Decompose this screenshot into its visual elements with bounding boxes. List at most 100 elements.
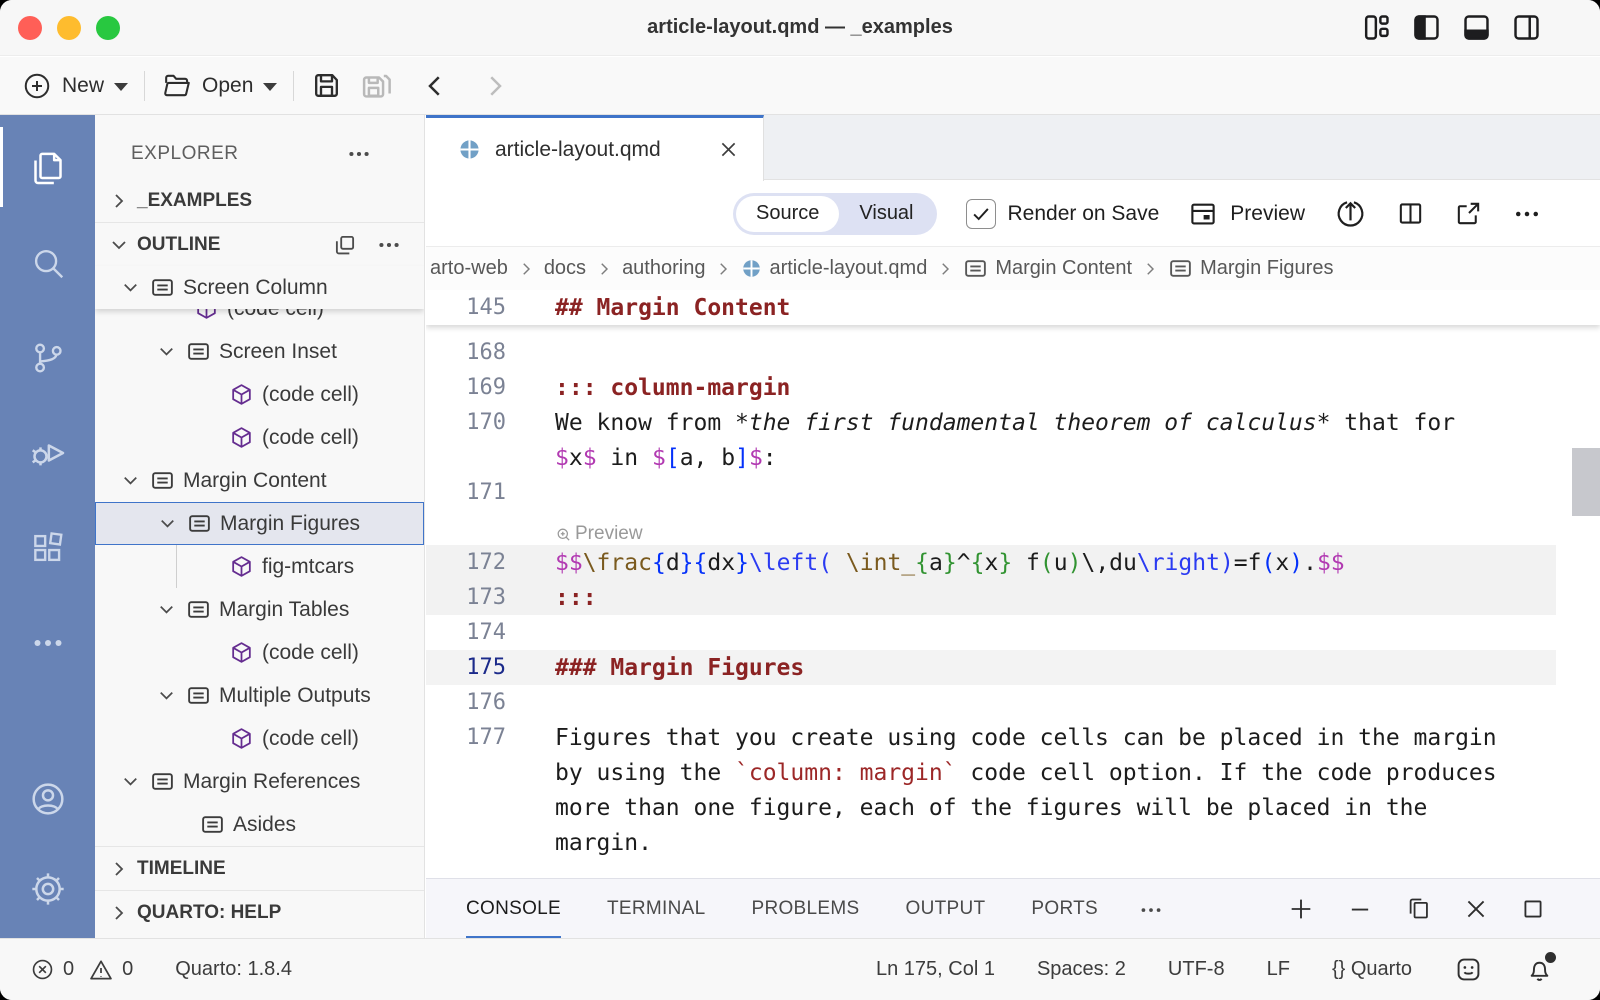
account-icon[interactable] [0, 760, 95, 838]
outline-item[interactable]: (code cell) [95, 717, 424, 760]
toolbar-divider [144, 71, 145, 101]
panel-tab-problems[interactable]: PROBLEMS [751, 879, 859, 938]
outline-item[interactable]: Margin Content [95, 459, 424, 502]
code-cell-icon [229, 554, 254, 579]
panel-tab-console[interactable]: CONSOLE [466, 879, 561, 938]
eol-status[interactable]: LF [1267, 958, 1290, 981]
encoding-status[interactable]: UTF-8 [1168, 958, 1225, 981]
code-editor[interactable]: 145## Margin Content 168169::: column-ma… [426, 290, 1600, 878]
split-editor-icon[interactable] [1396, 199, 1425, 228]
notification-badge [1545, 952, 1556, 963]
explorer-view-button[interactable] [0, 129, 95, 207]
minimize-window-button[interactable] [57, 16, 81, 40]
indentation-status[interactable]: Spaces: 2 [1037, 958, 1126, 981]
render-on-save-toggle[interactable]: Render on Save [966, 199, 1160, 229]
activity-bar [0, 115, 95, 938]
feedback-smiley-icon[interactable] [1454, 955, 1483, 984]
timeline-section-header[interactable]: TIMELINE [95, 847, 424, 890]
panel-close-icon[interactable] [1463, 895, 1489, 923]
outline-item[interactable]: (code cell) [95, 373, 424, 416]
code-text: ::: column-margin [555, 375, 790, 401]
breadcrumb-item[interactable]: docs [544, 257, 586, 280]
source-control-icon[interactable] [0, 319, 95, 397]
editor-tab[interactable]: article-layout.qmd [426, 115, 764, 181]
breadcrumb-item[interactable]: arto-web [430, 257, 508, 280]
line-number: 173 [426, 585, 506, 610]
code-line: 176 [426, 685, 1600, 720]
notifications-bell-icon[interactable] [1525, 955, 1554, 984]
search-view-button[interactable] [0, 224, 95, 302]
line-number: 171 [426, 480, 506, 505]
more-actions-icon[interactable] [1512, 199, 1542, 229]
forward-icon[interactable] [480, 71, 510, 101]
outline-item[interactable]: Screen Inset [95, 330, 424, 373]
code-line: by using the `column: margin` code cell … [426, 755, 1600, 790]
preview-codelens[interactable]: Preview [555, 523, 643, 545]
panel-tab-output[interactable]: OUTPUT [905, 879, 985, 938]
outline-item[interactable]: fig-mtcars [95, 545, 424, 588]
toggle-bottom-panel-icon[interactable] [1461, 12, 1492, 43]
zoom-window-button[interactable] [96, 16, 120, 40]
chevron-right-icon [1141, 260, 1159, 278]
cursor-position-status[interactable]: Ln 175, Col 1 [876, 958, 995, 981]
outline-item[interactable]: (code cell) [95, 631, 424, 674]
extensions-icon[interactable] [0, 509, 95, 587]
save-icon[interactable] [310, 69, 343, 102]
language-mode-status[interactable]: {} Quarto [1332, 958, 1412, 981]
visual-mode-button[interactable]: Visual [839, 196, 933, 232]
breadcrumb-item[interactable]: authoring [622, 257, 705, 280]
breadcrumb-label: Margin Content [995, 257, 1132, 280]
outline-item-label: (code cell) [262, 383, 359, 407]
panel-maximize-icon[interactable] [1520, 895, 1546, 923]
panel-tab-terminal[interactable]: TERMINAL [607, 879, 705, 938]
outline-item[interactable]: Screen Column [95, 266, 424, 309]
code-cell-icon [229, 640, 254, 665]
problems-status[interactable]: 0 0 [30, 957, 133, 983]
breadcrumb-item[interactable]: article-layout.qmd [741, 257, 927, 280]
editor-scrollbar[interactable] [1572, 448, 1600, 516]
outline-more-actions-icon[interactable] [376, 232, 402, 258]
outline-item[interactable]: Margin References [95, 760, 424, 803]
workspace-section-header[interactable]: _EXAMPLES [95, 179, 424, 222]
outline-section-header[interactable]: OUTLINE [95, 223, 424, 266]
outline-item[interactable]: (code cell) [95, 416, 424, 459]
breadcrumb-item[interactable]: Margin Content [963, 256, 1132, 281]
back-icon[interactable] [420, 71, 450, 101]
code-text: $x$ in $[a, b]$: [555, 445, 777, 471]
publish-icon[interactable] [1334, 197, 1367, 230]
customize-layout-icon[interactable] [1361, 12, 1392, 43]
quarto-help-section-header[interactable]: QUARTO: HELP [95, 891, 424, 934]
settings-gear-icon[interactable] [0, 850, 95, 928]
save-all-icon[interactable] [359, 68, 394, 103]
code-text: ### Margin Figures [555, 655, 804, 681]
open-button[interactable]: Open [161, 70, 277, 101]
code-line: 175### Margin Figures [426, 650, 1556, 685]
outline-item[interactable]: Multiple Outputs [95, 674, 424, 717]
toggle-left-panel-icon[interactable] [1411, 12, 1442, 43]
preview-button[interactable]: Preview [1188, 199, 1305, 229]
outline-item[interactable]: Asides [95, 803, 424, 846]
panel-tab-ports[interactable]: PORTS [1031, 879, 1098, 938]
panel-duplicate-icon[interactable] [1405, 895, 1432, 923]
open-in-new-window-icon[interactable] [1454, 199, 1483, 228]
code-text: by using the `column: margin` code cell … [555, 760, 1497, 786]
code-line: margin. [426, 825, 1600, 860]
collapse-all-icon[interactable] [332, 232, 358, 258]
new-button[interactable]: New [22, 71, 128, 101]
outline-item[interactable]: Margin Figures [95, 502, 424, 545]
panel-more-icon[interactable] [1138, 896, 1164, 922]
chevron-down-icon [156, 512, 179, 535]
breadcrumb-item[interactable]: Margin Figures [1168, 256, 1333, 281]
line-number: 172 [426, 550, 506, 575]
outline-item[interactable]: Margin Tables [95, 588, 424, 631]
panel-minimize-icon[interactable] [1346, 895, 1374, 923]
toggle-right-panel-icon[interactable] [1511, 12, 1542, 43]
panel-plus-icon[interactable] [1287, 895, 1315, 923]
run-debug-icon[interactable] [0, 414, 95, 492]
close-tab-icon[interactable] [718, 139, 739, 160]
quarto-version-status[interactable]: Quarto: 1.8.4 [175, 958, 292, 981]
more-views-icon[interactable] [0, 604, 95, 682]
source-mode-button[interactable]: Source [736, 196, 839, 232]
explorer-more-actions-icon[interactable] [346, 141, 372, 167]
close-window-button[interactable] [18, 16, 42, 40]
